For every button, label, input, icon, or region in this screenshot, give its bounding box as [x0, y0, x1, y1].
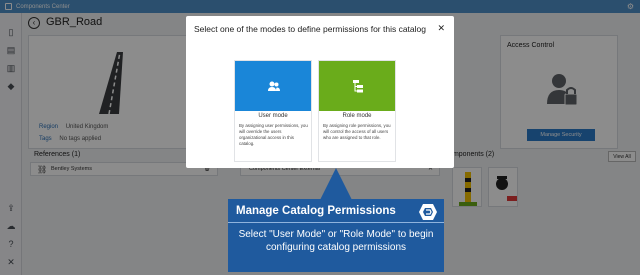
callout-text: Select "User Mode" or "Role Mode" to beg…	[238, 229, 434, 253]
role-mode-header	[319, 61, 395, 111]
user-mode-label: User mode	[258, 113, 288, 119]
users-icon	[268, 81, 280, 91]
close-icon[interactable]: ✕	[437, 23, 445, 34]
tutorial-callout: Manage Catalog Permissions Select "User …	[228, 199, 444, 272]
user-mode-card[interactable]: User mode By assigning user permissions,…	[234, 60, 312, 162]
role-mode-card[interactable]: Role mode By assigning role permissions,…	[318, 60, 396, 162]
callout-title: Manage Catalog Permissions	[236, 205, 396, 217]
hierarchy-icon	[353, 80, 363, 93]
user-mode-description: By assigning user permissions, you will …	[239, 123, 308, 146]
role-mode-description: By assigning role permissions, you will …	[323, 123, 391, 140]
role-mode-label: Role mode	[342, 113, 372, 119]
permission-mode-dialog: Select one of the modes to define permis…	[186, 16, 454, 168]
callout-pointer	[320, 168, 352, 200]
user-mode-header	[235, 61, 311, 111]
dialog-title: Select one of the modes to define permis…	[194, 24, 426, 34]
callout-divider	[228, 222, 444, 223]
brand-logo-icon	[419, 204, 437, 220]
